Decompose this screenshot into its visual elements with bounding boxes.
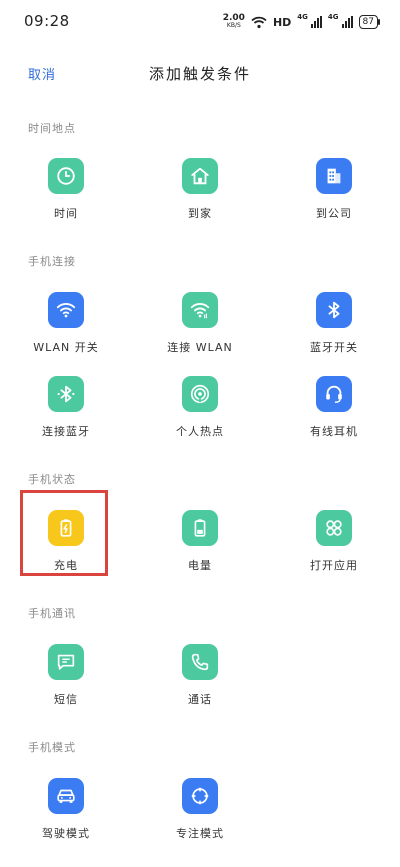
wifi-connected-icon bbox=[182, 292, 218, 328]
trigger-connect-bluetooth[interactable]: 连接蓝牙 bbox=[11, 376, 121, 439]
hotspot-icon bbox=[182, 376, 218, 412]
network-speed: 2.00 KB/S bbox=[223, 14, 245, 30]
network-type-1: 4G bbox=[297, 13, 308, 21]
trigger-focus-mode-label: 专注模式 bbox=[176, 827, 224, 840]
wifi-icon bbox=[251, 16, 267, 28]
signal-icon-1 bbox=[310, 16, 322, 28]
trigger-time-label: 时间 bbox=[54, 207, 78, 220]
highlight-box bbox=[20, 490, 108, 576]
clock-icon bbox=[48, 158, 84, 194]
trigger-battery-level[interactable]: 电量 bbox=[145, 510, 255, 573]
trigger-bluetooth-switch-label: 蓝牙开关 bbox=[310, 341, 358, 354]
trigger-bluetooth-switch[interactable]: 蓝牙开关 bbox=[279, 292, 389, 355]
message-icon bbox=[48, 644, 84, 680]
hd-indicator: HD bbox=[272, 15, 292, 29]
section-label-phone-connect: 手机连接 bbox=[28, 255, 76, 268]
bluetooth-connected-icon bbox=[48, 376, 84, 412]
section-label-phone-mode: 手机模式 bbox=[28, 741, 76, 754]
apps-icon bbox=[316, 510, 352, 546]
trigger-sms[interactable]: 短信 bbox=[11, 644, 121, 707]
trigger-connect-wlan-label: 连接 WLAN bbox=[167, 341, 233, 354]
trigger-wlan-switch-label: WLAN 开关 bbox=[33, 341, 99, 354]
trigger-hotspot[interactable]: 个人热点 bbox=[145, 376, 255, 439]
section-label-phone-comm: 手机通讯 bbox=[28, 607, 76, 620]
building-icon bbox=[316, 158, 352, 194]
trigger-connect-wlan[interactable]: 连接 WLAN bbox=[145, 292, 255, 355]
trigger-home[interactable]: 到家 bbox=[145, 158, 255, 221]
trigger-wlan-switch[interactable]: WLAN 开关 bbox=[11, 292, 121, 355]
trigger-call-label: 通话 bbox=[188, 693, 212, 706]
focus-icon bbox=[182, 778, 218, 814]
network-type-2: 4G bbox=[327, 13, 339, 21]
trigger-driving-mode-label: 驾驶模式 bbox=[42, 827, 90, 840]
trigger-focus-mode[interactable]: 专注模式 bbox=[145, 778, 255, 841]
status-icons: 2.00 KB/S HD 4G 4G 87 bbox=[223, 13, 381, 31]
network-speed-value: 2.00 bbox=[222, 13, 245, 23]
battery-level-icon bbox=[182, 510, 218, 546]
signal-icon-2 bbox=[341, 16, 353, 28]
trigger-open-app-label: 打开应用 bbox=[310, 559, 358, 572]
phone-icon bbox=[182, 644, 218, 680]
trigger-wired-headset-label: 有线耳机 bbox=[310, 425, 358, 438]
trigger-connect-bluetooth-label: 连接蓝牙 bbox=[42, 425, 90, 438]
header: 取消 添加触发条件 bbox=[0, 56, 400, 92]
bluetooth-icon bbox=[316, 292, 352, 328]
wifi-icon bbox=[48, 292, 84, 328]
trigger-battery-level-label: 电量 bbox=[188, 559, 212, 572]
trigger-wired-headset[interactable]: 有线耳机 bbox=[279, 376, 389, 439]
headset-icon bbox=[316, 376, 352, 412]
trigger-company[interactable]: 到公司 bbox=[279, 158, 389, 221]
trigger-hotspot-label: 个人热点 bbox=[176, 425, 224, 438]
network-speed-unit: KB/S bbox=[226, 22, 241, 29]
car-icon bbox=[48, 778, 84, 814]
section-label-time-place: 时间地点 bbox=[28, 122, 76, 135]
home-icon bbox=[182, 158, 218, 194]
trigger-sms-label: 短信 bbox=[54, 693, 78, 706]
trigger-driving-mode[interactable]: 驾驶模式 bbox=[11, 778, 121, 841]
battery-icon: 87 bbox=[358, 15, 381, 29]
section-label-phone-status: 手机状态 bbox=[28, 473, 76, 486]
trigger-company-label: 到公司 bbox=[316, 207, 352, 220]
status-time: 09:28 bbox=[24, 12, 70, 30]
trigger-home-label: 到家 bbox=[188, 207, 212, 220]
trigger-time[interactable]: 时间 bbox=[11, 158, 121, 221]
status-bar: 09:28 2.00 KB/S HD 4G 4G 87 bbox=[0, 0, 400, 44]
trigger-call[interactable]: 通话 bbox=[145, 644, 255, 707]
page-title: 添加触发条件 bbox=[148, 65, 251, 83]
trigger-open-app[interactable]: 打开应用 bbox=[279, 510, 389, 573]
